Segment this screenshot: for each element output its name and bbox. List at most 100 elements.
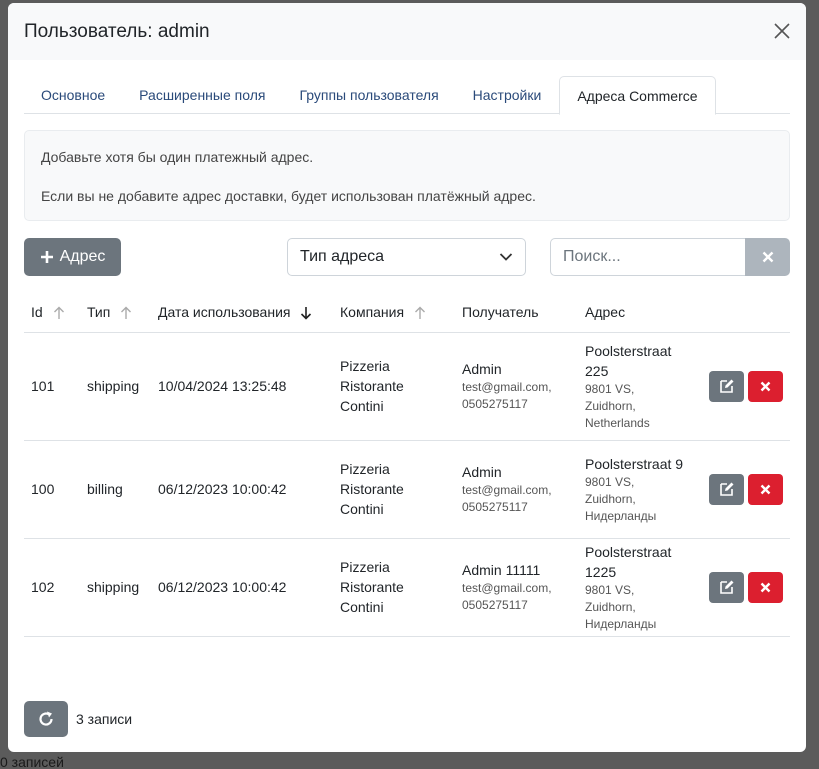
search-input[interactable] [550, 238, 745, 276]
clear-search-button[interactable] [745, 238, 790, 276]
edit-button[interactable] [709, 370, 744, 402]
refresh-button[interactable] [24, 701, 68, 737]
table-row: 101 shipping 10/04/2024 13:25:48 Pizzeri… [24, 332, 790, 441]
address-line: Нидерланды [585, 616, 657, 631]
close-icon [774, 23, 790, 39]
edit-icon [719, 379, 733, 393]
recipient-name: Admin [462, 464, 502, 480]
edit-icon [719, 580, 733, 594]
close-button[interactable] [772, 19, 792, 43]
recipient-phone: 0505275117 [462, 397, 528, 411]
address-street: Poolsterstraat [585, 342, 672, 359]
cell-address: Poolsterstraat 9 9801 VS, Zuidhorn, Ниде… [578, 440, 698, 539]
cell-recipient: Admin 11111 test@gmail.com, 0505275117 [455, 538, 578, 637]
x-icon [760, 582, 771, 592]
cell-id: 100 [24, 440, 80, 539]
cell-type: shipping [80, 332, 151, 441]
cell-company: Pizzeria Ristorante Contini [333, 538, 455, 637]
tab-bar: Основное Расширенные поля Группы пользов… [24, 76, 790, 115]
info-alert: Добавьте хотя бы один платежный адрес. Е… [24, 130, 790, 221]
record-count: 3 записи [76, 711, 133, 727]
company-line: Pizzeria [340, 559, 390, 575]
delete-button[interactable] [748, 571, 783, 603]
column-id-label: Id [31, 303, 43, 320]
cell-recipient: Admin test@gmail.com, 0505275117 [455, 440, 578, 539]
cell-id: 102 [24, 538, 80, 637]
company-line: Contini [340, 398, 384, 414]
cell-address: Poolsterstraat 225 9801 VS, Zuidhorn, Ne… [578, 332, 698, 441]
table-row: 102 shipping 06/12/2023 10:00:42 Pizzeri… [24, 538, 790, 637]
address-line: Zuidhorn, [585, 398, 636, 413]
address-street: Poolsterstraat [585, 543, 672, 560]
recipient-email: test@gmail.com, [462, 483, 552, 497]
modal-header: Пользователь: admin [8, 3, 806, 60]
company-line: Ristorante [340, 378, 404, 394]
column-id[interactable]: Id [24, 292, 80, 333]
x-icon [760, 381, 771, 391]
arrow-up-icon [121, 306, 132, 319]
column-address: Адрес [578, 292, 698, 333]
address-type-select[interactable]: Тип адреса [287, 238, 526, 276]
column-company-label: Компания [340, 303, 405, 320]
recipient-phone: 0505275117 [462, 500, 528, 514]
address-street: 225 [585, 362, 609, 379]
backdrop-footer-text: 0 записей [0, 754, 64, 769]
modal-title: Пользователь: admin [24, 20, 210, 42]
cell-date: 06/12/2023 10:00:42 [151, 440, 333, 539]
edit-button[interactable] [709, 571, 744, 603]
search-group [550, 238, 790, 276]
column-company[interactable]: Компания [333, 292, 455, 333]
cell-id: 101 [24, 332, 80, 441]
refresh-icon [39, 711, 53, 726]
addresses-table: Id Тип Дата использования Компания Получ… [24, 292, 790, 637]
cell-actions [698, 538, 790, 637]
address-line: 9801 VS, [585, 582, 635, 597]
cell-company: Pizzeria Ristorante Contini [333, 440, 455, 539]
column-address-label: Адрес [585, 303, 626, 320]
x-icon [760, 484, 771, 494]
cell-type: shipping [80, 538, 151, 637]
column-date-label: Дата использования [158, 303, 291, 320]
column-type[interactable]: Тип [80, 292, 151, 333]
cell-type: billing [80, 440, 151, 539]
table-row: 100 billing 06/12/2023 10:00:42 Pizzeria… [24, 440, 790, 539]
company-line: Contini [340, 599, 384, 615]
add-address-button[interactable]: Адрес [24, 238, 121, 276]
tab-main[interactable]: Основное [24, 76, 122, 114]
arrow-down-icon [301, 306, 312, 320]
tab-extended-fields[interactable]: Расширенные поля [122, 76, 282, 114]
recipient-email: test@gmail.com, [462, 581, 552, 595]
tab-commerce-addresses[interactable]: Адреса Commerce [559, 76, 716, 115]
tab-settings[interactable]: Настройки [456, 76, 559, 114]
edit-button[interactable] [709, 473, 744, 505]
recipient-email: test@gmail.com, [462, 380, 552, 394]
cell-address: Poolsterstraat 1225 9801 VS, Zuidhorn, Н… [578, 538, 698, 637]
column-date[interactable]: Дата использования [151, 292, 333, 333]
address-line: 9801 VS, [585, 381, 635, 396]
add-address-label: Адрес [59, 248, 106, 265]
plus-icon [40, 251, 53, 263]
user-modal: Пользователь: admin Основное Расширенные… [8, 3, 806, 752]
cell-date: 10/04/2024 13:25:48 [151, 332, 333, 441]
address-line: Zuidhorn, [585, 599, 636, 614]
address-street: 1225 [585, 563, 617, 580]
address-line: Нидерланды [585, 508, 657, 523]
delete-button[interactable] [748, 370, 783, 402]
company-line: Pizzeria [340, 358, 390, 374]
address-street: Poolsterstraat 9 [585, 455, 684, 472]
chevron-down-icon [499, 253, 513, 261]
delete-button[interactable] [748, 473, 783, 505]
recipient-name: Admin 11111 [462, 562, 541, 578]
company-line: Pizzeria [340, 461, 390, 477]
recipient-name: Admin [462, 361, 502, 377]
address-line: Netherlands [585, 415, 650, 430]
tab-user-groups[interactable]: Группы пользователя [282, 76, 455, 114]
table-header-row: Id Тип Дата использования Компания Получ… [24, 292, 790, 333]
recipient-phone: 0505275117 [462, 598, 528, 612]
info-line-shipping: Если вы не добавите адрес доставки, буде… [41, 188, 536, 204]
cell-company: Pizzeria Ristorante Contini [333, 332, 455, 441]
cell-actions [698, 332, 790, 441]
address-line: 9801 VS, [585, 474, 635, 489]
edit-icon [719, 482, 733, 496]
company-line: Ristorante [340, 481, 404, 497]
